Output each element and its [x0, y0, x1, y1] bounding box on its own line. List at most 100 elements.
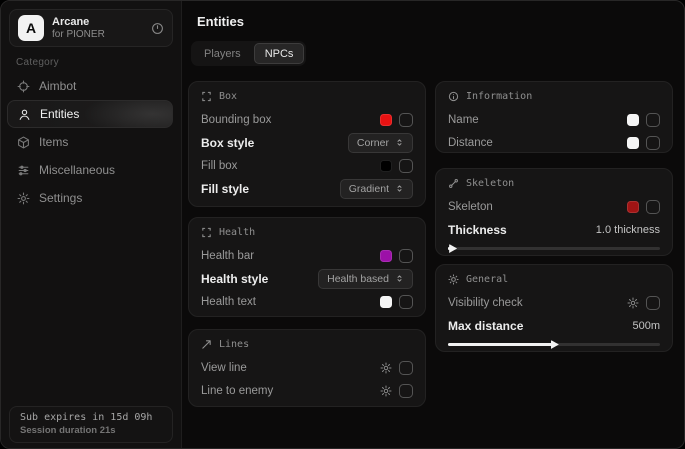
row-label: Box style [201, 136, 254, 150]
setting-row: Health style Health based [201, 267, 413, 290]
color-swatch[interactable] [380, 114, 392, 126]
unfold-icon [395, 274, 404, 283]
checkbox[interactable] [646, 113, 660, 127]
checkbox[interactable] [646, 296, 660, 310]
row-label: Fill box [201, 160, 237, 172]
card-information: Information Name Distance [435, 81, 673, 153]
thickness-slider[interactable] [448, 247, 660, 250]
setting-row: Box style Corner [201, 131, 413, 154]
gear-icon[interactable] [380, 362, 392, 374]
cube-icon [17, 136, 30, 149]
sidebar-item-entities[interactable]: Entities [7, 100, 173, 128]
app-name: Arcane [52, 16, 143, 29]
gear-icon[interactable] [380, 385, 392, 397]
row-label: Distance [448, 137, 493, 149]
setting-row: Line to enemy [201, 379, 413, 402]
sidebar-item-label: Miscellaneous [39, 163, 115, 177]
row-label: Fill style [201, 182, 249, 196]
sidebar-item-miscellaneous[interactable]: Miscellaneous [7, 156, 173, 184]
tab-group: Players NPCs [191, 41, 306, 66]
row-label: Health bar [201, 250, 254, 262]
setting-row: Health bar [201, 244, 413, 267]
arcane-window: A Arcane for PIONER Category Aimbot [0, 0, 685, 449]
corner-brackets-icon [201, 227, 212, 238]
checkbox[interactable] [399, 295, 413, 309]
setting-row: Skeleton [448, 195, 660, 218]
slider-thumb[interactable] [551, 340, 559, 349]
tab-players[interactable]: Players [193, 43, 252, 64]
card-title: Lines [219, 339, 249, 350]
row-label: Line to enemy [201, 385, 273, 397]
card-title: Skeleton [466, 178, 514, 189]
unfold-icon [395, 138, 404, 147]
brand-card: A Arcane for PIONER [9, 9, 173, 47]
checkbox[interactable] [399, 113, 413, 127]
crosshair-icon [17, 80, 30, 93]
color-swatch[interactable] [380, 250, 392, 262]
thickness-value: 1.0 thickness [596, 224, 660, 236]
checkbox[interactable] [646, 136, 660, 150]
tab-npcs[interactable]: NPCs [254, 43, 305, 64]
card-box: Box Bounding box Box style Corner Fill b… [188, 81, 426, 207]
sidebar-nav: Aimbot Entities Items [7, 72, 173, 212]
sidebar-item-settings[interactable]: Settings [7, 184, 173, 212]
page-title: Entities [197, 14, 244, 29]
gear-icon[interactable] [627, 297, 639, 309]
gear-icon [17, 192, 30, 205]
card-lines: Lines View line Line to enemy [188, 329, 426, 407]
row-label: Health style [201, 272, 268, 286]
power-icon[interactable] [151, 22, 164, 35]
sidebar-item-label: Items [39, 135, 68, 149]
setting-row: Max distance 500m [448, 314, 660, 337]
color-swatch[interactable] [380, 160, 392, 172]
checkbox[interactable] [399, 361, 413, 375]
setting-row: Bounding box [201, 108, 413, 131]
setting-row: View line [201, 356, 413, 379]
row-label: Health text [201, 296, 256, 308]
color-swatch[interactable] [627, 201, 639, 213]
row-label: Thickness [448, 223, 507, 237]
checkbox[interactable] [399, 159, 413, 173]
checkbox[interactable] [399, 249, 413, 263]
row-label: Skeleton [448, 201, 493, 213]
setting-row: Health text [201, 290, 413, 313]
sidebar: A Arcane for PIONER Category Aimbot [1, 1, 182, 448]
box-style-dropdown[interactable]: Corner [348, 133, 413, 153]
diagonal-line-icon [201, 339, 212, 350]
app-subtitle: for PIONER [52, 29, 143, 41]
card-title: General [466, 274, 508, 285]
setting-row: Name [448, 108, 660, 131]
sub-expiry-text: Sub expires in 15d 09h [20, 412, 162, 423]
color-swatch[interactable] [380, 296, 392, 308]
setting-row: Fill style Gradient [201, 177, 413, 200]
card-health: Health Health bar Health style Health ba… [188, 217, 426, 317]
checkbox[interactable] [646, 200, 660, 214]
setting-row: Visibility check [448, 291, 660, 314]
person-icon [18, 108, 31, 121]
sun-icon [448, 274, 459, 285]
color-swatch[interactable] [627, 137, 639, 149]
row-label: Name [448, 114, 479, 126]
checkbox[interactable] [399, 384, 413, 398]
row-label: Visibility check [448, 297, 523, 309]
card-skeleton: Skeleton Skeleton Thickness 1.0 thicknes… [435, 168, 673, 256]
corner-brackets-icon [201, 91, 212, 102]
setting-row: Fill box [201, 154, 413, 177]
sidebar-item-aimbot[interactable]: Aimbot [7, 72, 173, 100]
sliders-icon [17, 164, 30, 177]
row-label: View line [201, 362, 247, 374]
fill-style-dropdown[interactable]: Gradient [340, 179, 413, 199]
max-distance-slider[interactable] [448, 343, 660, 346]
slider-thumb[interactable] [449, 244, 457, 253]
health-style-dropdown[interactable]: Health based [318, 269, 413, 289]
card-general: General Visibility check Max distance 50… [435, 264, 673, 352]
app-logo: A [18, 15, 44, 41]
max-distance-value: 500m [632, 320, 660, 332]
card-title: Box [219, 91, 237, 102]
session-duration-text: Session duration 21s [20, 425, 162, 436]
info-icon [448, 91, 459, 102]
setting-row: Distance [448, 131, 660, 154]
color-swatch[interactable] [627, 114, 639, 126]
sidebar-item-items[interactable]: Items [7, 128, 173, 156]
row-label: Max distance [448, 319, 523, 333]
